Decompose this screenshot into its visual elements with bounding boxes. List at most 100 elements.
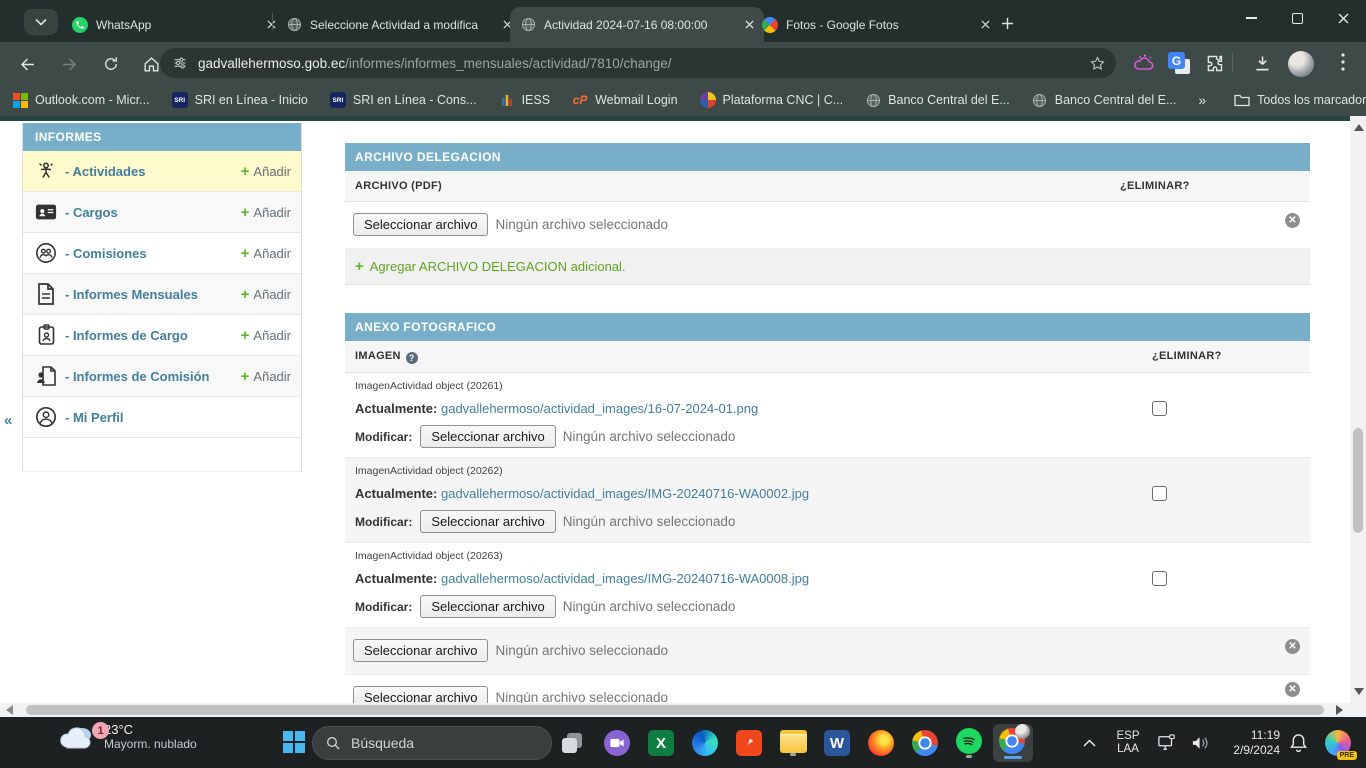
reload-button[interactable] xyxy=(98,51,124,77)
chrome-button[interactable] xyxy=(905,724,945,762)
bookmark-star-button[interactable] xyxy=(1089,55,1106,72)
anexo-file-input[interactable]: Seleccionar archivoNingún archivo selecc… xyxy=(353,639,668,662)
clock[interactable]: 11:19 2/9/2024 xyxy=(1216,728,1280,758)
select-file-button[interactable]: Seleccionar archivo xyxy=(353,639,488,662)
extension-cloud-button[interactable] xyxy=(1132,52,1156,76)
bookmark-outlook[interactable]: Outlook.com - Micr... xyxy=(12,92,150,108)
tab-close-icon[interactable] xyxy=(976,16,994,34)
remove-row-icon[interactable]: ✕ xyxy=(1285,639,1300,654)
file-link[interactable]: gadvallehermoso/actividad_images/IMG-202… xyxy=(441,486,809,501)
firefox-button[interactable] xyxy=(861,724,901,762)
add-archivo-row[interactable]: + Agregar ARCHIVO DELEGACION adicional. xyxy=(345,249,1310,285)
bookmark-banco-central-2[interactable]: Banco Central del E... xyxy=(1032,92,1177,108)
chrome-active-button[interactable] xyxy=(993,724,1033,762)
sidebar-item-informes-mensuales[interactable]: - Informes Mensuales +Añadir xyxy=(23,274,301,315)
sidebar-item-informes-de-comision[interactable]: - Informes de Comisión +Añadir xyxy=(23,356,301,397)
add-informes-de-comision-link[interactable]: +Añadir xyxy=(241,369,291,384)
volume-button[interactable] xyxy=(1184,735,1216,751)
back-button[interactable] xyxy=(14,51,40,77)
scroll-down-icon[interactable] xyxy=(1354,688,1364,695)
all-bookmarks-button[interactable]: Todos los marcadores xyxy=(1234,92,1366,108)
chrome-profile-icon xyxy=(999,727,1027,755)
language-indicator[interactable]: ESP LAA xyxy=(1106,730,1150,756)
window-maximize-button[interactable] xyxy=(1274,0,1320,36)
bookmark-label: Banco Central del E... xyxy=(888,93,1010,107)
bookmark-sri-consultas[interactable]: SRI SRI en Línea - Cons... xyxy=(330,92,477,108)
remove-row-icon[interactable]: ✕ xyxy=(1285,213,1300,228)
translate-extension-button[interactable]: G xyxy=(1168,52,1190,74)
vertical-scroll-thumb[interactable] xyxy=(1353,428,1363,533)
scroll-up-icon[interactable] xyxy=(1354,124,1364,131)
photo-row-20263: ImagenActividad object (20263) Actualmen… xyxy=(345,543,1310,628)
copilot-pre-badge: PRE xyxy=(1337,751,1357,760)
select-file-button[interactable]: Seleccionar archivo xyxy=(353,686,488,703)
profile-avatar[interactable] xyxy=(1288,51,1314,77)
downloads-button[interactable] xyxy=(1252,53,1273,74)
bookmark-banco-central-1[interactable]: Banco Central del E... xyxy=(865,92,1010,108)
sidebar-item-comisiones[interactable]: - Comisiones +Añadir xyxy=(23,233,301,274)
bookmark-cnc[interactable]: Plataforma CNC | C... xyxy=(700,92,844,108)
archivo-file-input[interactable]: Seleccionar archivoNingún archivo selecc… xyxy=(353,213,668,236)
forward-button[interactable] xyxy=(56,51,82,77)
add-comisiones-link[interactable]: +Añadir xyxy=(241,246,291,261)
window-close-button[interactable] xyxy=(1320,0,1366,36)
add-archivo-link[interactable]: Agregar ARCHIVO DELEGACION adicional. xyxy=(370,259,626,274)
copilot-button[interactable]: PRE xyxy=(1316,730,1360,756)
taskbar-search[interactable]: Búsqueda xyxy=(312,726,552,760)
video-chat-app-button[interactable] xyxy=(597,724,637,762)
file-link[interactable]: gadvallehermoso/actividad_images/IMG-202… xyxy=(441,571,809,586)
spotify-button[interactable] xyxy=(949,724,989,762)
start-button[interactable] xyxy=(279,727,309,757)
scroll-right-icon[interactable] xyxy=(1336,705,1343,715)
edge-button[interactable] xyxy=(685,724,725,762)
browser-menu-button[interactable] xyxy=(1334,52,1352,72)
weather-widget[interactable]: 23°C Mayorm. nublado xyxy=(58,722,197,751)
bookmark-sri-inicio[interactable]: SRI SRI en Línea - Inicio xyxy=(172,92,308,108)
new-tab-button[interactable] xyxy=(996,12,1018,34)
sidebar-item-mi-perfil[interactable]: - Mi Perfil xyxy=(23,397,301,438)
add-actividades-link[interactable]: +Añadir xyxy=(241,164,291,179)
pdf-app-button[interactable] xyxy=(729,724,769,762)
add-informes-de-cargo-link[interactable]: +Añadir xyxy=(241,328,291,343)
delete-checkbox[interactable] xyxy=(1152,401,1167,416)
add-informes-mensuales-link[interactable]: +Añadir xyxy=(241,287,291,302)
task-view-button[interactable] xyxy=(553,724,593,762)
tab-whatsapp[interactable]: WhatsApp xyxy=(62,7,286,42)
select-file-button[interactable]: Seleccionar archivo xyxy=(353,213,488,236)
tab-search-button[interactable] xyxy=(24,9,58,35)
extensions-button[interactable] xyxy=(1204,53,1225,74)
url-bar[interactable]: gadvallehermoso.gob.ec/informes/informes… xyxy=(160,48,1116,78)
window-minimize-button[interactable] xyxy=(1228,0,1274,36)
delete-checkbox[interactable] xyxy=(1152,571,1167,586)
select-file-button[interactable]: Seleccionar archivo xyxy=(420,425,555,448)
bookmark-iess[interactable]: IESS xyxy=(499,92,551,108)
sidebar-item-cargos[interactable]: - Cargos +Añadir xyxy=(23,192,301,233)
anexo-file-input[interactable]: Seleccionar archivoNingún archivo selecc… xyxy=(353,686,668,703)
help-icon[interactable]: ? xyxy=(406,352,418,364)
url-path: /informes/informes_mensuales/actividad/7… xyxy=(345,56,671,71)
sidebar-item-actividades[interactable]: - Actividades +Añadir xyxy=(23,151,301,192)
notifications-button[interactable] xyxy=(1280,733,1316,752)
excel-button[interactable]: X xyxy=(641,724,681,762)
word-button[interactable]: W xyxy=(817,724,857,762)
tray-expand-button[interactable] xyxy=(1072,739,1106,747)
file-link[interactable]: gadvallehermoso/actividad_images/16-07-2… xyxy=(441,401,758,416)
file-explorer-button[interactable] xyxy=(773,724,813,762)
vertical-scrollbar[interactable] xyxy=(1350,116,1366,703)
bookmark-webmail[interactable]: cP Webmail Login xyxy=(572,92,677,108)
tab-google-fotos[interactable]: Fotos - Google Fotos xyxy=(752,7,1000,42)
scroll-left-icon[interactable] xyxy=(6,705,13,715)
bookmarks-overflow-button[interactable]: » xyxy=(1198,92,1206,108)
tab-seleccione-actividad[interactable]: Seleccione Actividad a modifica xyxy=(276,7,522,42)
remove-row-icon[interactable]: ✕ xyxy=(1285,682,1300,697)
add-cargos-link[interactable]: +Añadir xyxy=(241,205,291,220)
horizontal-scroll-thumb[interactable] xyxy=(26,705,1324,715)
sidebar-item-informes-de-cargo[interactable]: - Informes de Cargo +Añadir xyxy=(23,315,301,356)
tab-actividad-active[interactable]: Actividad 2024-07-16 08:00:00 xyxy=(510,7,764,42)
select-file-button[interactable]: Seleccionar archivo xyxy=(420,510,555,533)
sidebar-collapse-button[interactable]: « xyxy=(4,412,12,429)
network-button[interactable] xyxy=(1150,734,1184,752)
select-file-button[interactable]: Seleccionar archivo xyxy=(420,595,555,618)
delete-checkbox[interactable] xyxy=(1152,486,1167,501)
current-file-line: Actualmente: gadvallehermoso/actividad_i… xyxy=(355,401,758,416)
